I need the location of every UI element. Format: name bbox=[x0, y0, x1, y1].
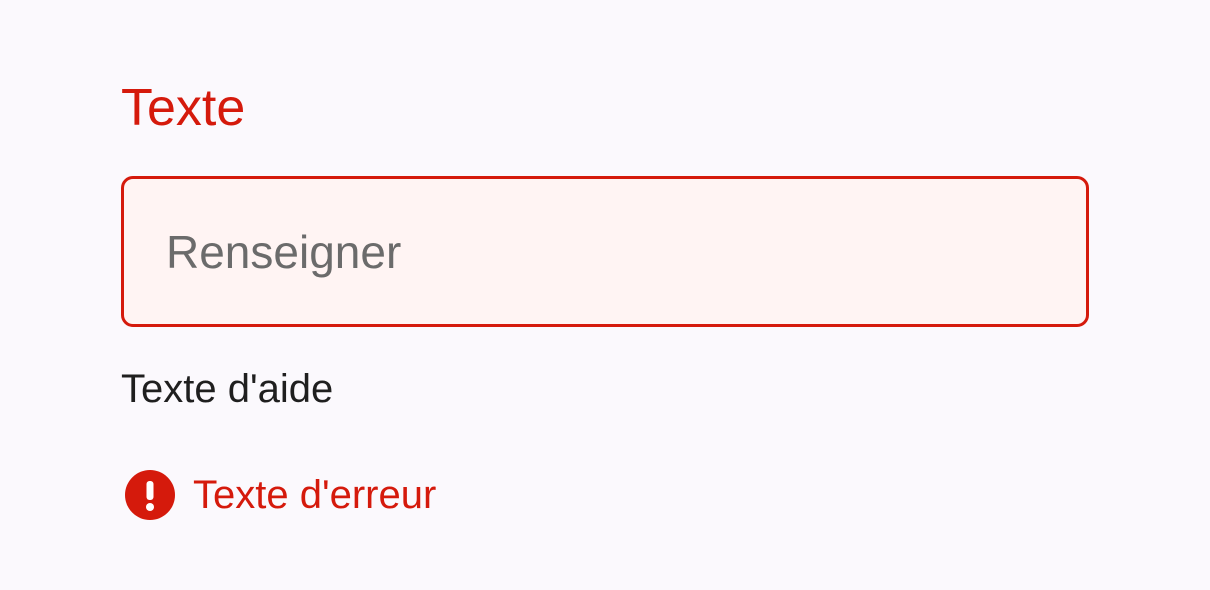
page: { "field": { "label": "Texte", "placehol… bbox=[0, 0, 1210, 590]
help-text: Texte d'aide bbox=[121, 367, 334, 411]
error-exclamation-icon bbox=[125, 470, 175, 520]
field-label: Texte bbox=[121, 79, 246, 137]
error-text: Texte d'erreur bbox=[193, 473, 437, 517]
text-input[interactable] bbox=[121, 176, 1089, 327]
error-message: Texte d'erreur bbox=[124, 467, 436, 523]
